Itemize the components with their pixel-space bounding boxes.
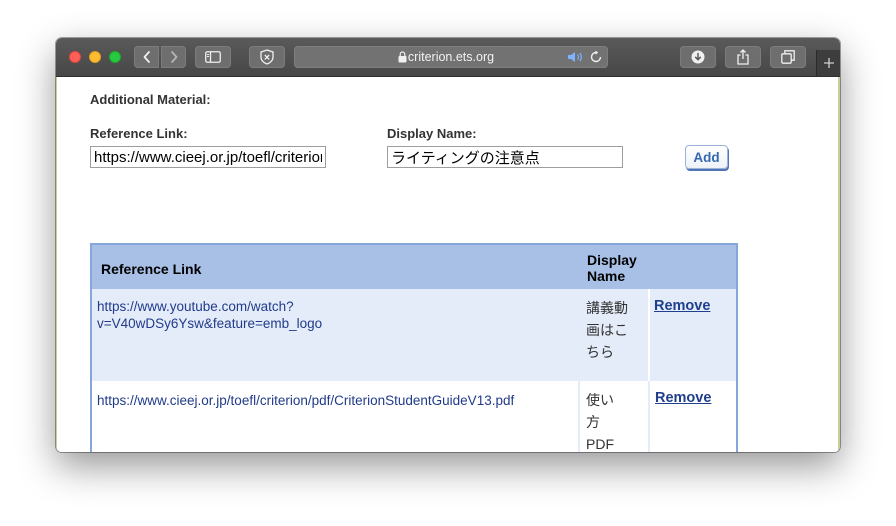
display-name-input[interactable] xyxy=(387,146,623,168)
browser-window: criterion.ets.org Additional Material: R… xyxy=(56,38,840,452)
forward-button[interactable] xyxy=(161,46,186,68)
header-display-name-line1: Display xyxy=(587,252,637,268)
back-button[interactable] xyxy=(134,46,159,68)
reference-table: Reference Link Display Name https://www.… xyxy=(90,243,738,452)
chevron-right-icon xyxy=(170,51,177,63)
new-tab-button[interactable] xyxy=(816,50,840,76)
header-display-name-line2: Name xyxy=(587,268,626,284)
reference-link-label: Reference Link: xyxy=(90,126,188,141)
minimize-window-button[interactable] xyxy=(89,51,101,63)
row-divider xyxy=(92,379,736,381)
reference-link-line: v=V40wDSy6Ysw&feature=emb_logo xyxy=(97,316,323,331)
reference-link-line: https://www.cieej.or.jp/toefl/criterion/… xyxy=(97,393,515,408)
table-row: https://www.cieej.or.jp/toefl/criterion/… xyxy=(92,381,736,452)
additional-material-heading: Additional Material: xyxy=(90,92,211,107)
column-divider xyxy=(578,381,580,452)
display-name-cell: 使い 方 PDF xyxy=(586,389,634,452)
header-display-name: Display Name xyxy=(587,252,637,284)
remove-link[interactable]: Remove xyxy=(654,298,710,314)
reference-link-cell[interactable]: https://www.cieej.or.jp/toefl/criterion/… xyxy=(97,392,514,409)
display-name-line: 使い xyxy=(586,392,614,408)
remove-link[interactable]: Remove xyxy=(655,390,711,406)
close-window-button[interactable] xyxy=(69,51,81,63)
tabs-icon xyxy=(781,50,795,64)
address-bar[interactable]: criterion.ets.org xyxy=(294,46,608,68)
reference-link-input[interactable] xyxy=(90,146,326,168)
header-reference-link: Reference Link xyxy=(101,261,202,277)
plus-icon xyxy=(824,58,834,68)
table-row: https://www.youtube.com/watch? v=V40wDSy… xyxy=(92,289,736,381)
history-navigation xyxy=(134,46,186,68)
display-name-line: ちら xyxy=(586,344,614,360)
display-name-cell: 講義動 画はこ ちら xyxy=(586,297,634,363)
content-right-edge xyxy=(838,77,840,452)
chevron-left-icon xyxy=(143,51,150,63)
sidebar-toggle-button[interactable] xyxy=(195,46,231,68)
share-icon xyxy=(737,49,749,65)
add-button[interactable]: Add xyxy=(685,145,728,169)
display-name-label: Display Name: xyxy=(387,126,477,141)
share-button[interactable] xyxy=(725,46,761,68)
display-name-line: 画はこ xyxy=(586,322,628,338)
sidebar-icon xyxy=(205,51,221,63)
url-text: criterion.ets.org xyxy=(407,50,495,64)
column-divider xyxy=(648,381,650,452)
display-name-line: 方 xyxy=(586,414,600,430)
display-name-line: 講義動 xyxy=(586,300,628,316)
zoom-window-button[interactable] xyxy=(109,51,121,63)
page-content: Additional Material: Reference Link: Dis… xyxy=(56,77,840,452)
downloads-button[interactable] xyxy=(680,46,716,68)
privacy-report-button[interactable] xyxy=(249,46,285,68)
shield-icon xyxy=(260,49,274,65)
reference-link-line: https://www.youtube.com/watch? xyxy=(97,299,294,314)
browser-toolbar: criterion.ets.org xyxy=(56,38,840,77)
display-name-line: PDF xyxy=(586,436,614,452)
table-header: Reference Link Display Name xyxy=(92,245,736,289)
tab-overview-button[interactable] xyxy=(770,46,806,68)
reload-icon[interactable] xyxy=(589,50,603,64)
speaker-icon[interactable] xyxy=(567,51,585,63)
column-divider xyxy=(648,289,650,381)
content-left-edge xyxy=(56,77,57,452)
download-icon xyxy=(691,50,705,64)
reference-link-cell[interactable]: https://www.youtube.com/watch? v=V40wDSy… xyxy=(97,298,322,332)
